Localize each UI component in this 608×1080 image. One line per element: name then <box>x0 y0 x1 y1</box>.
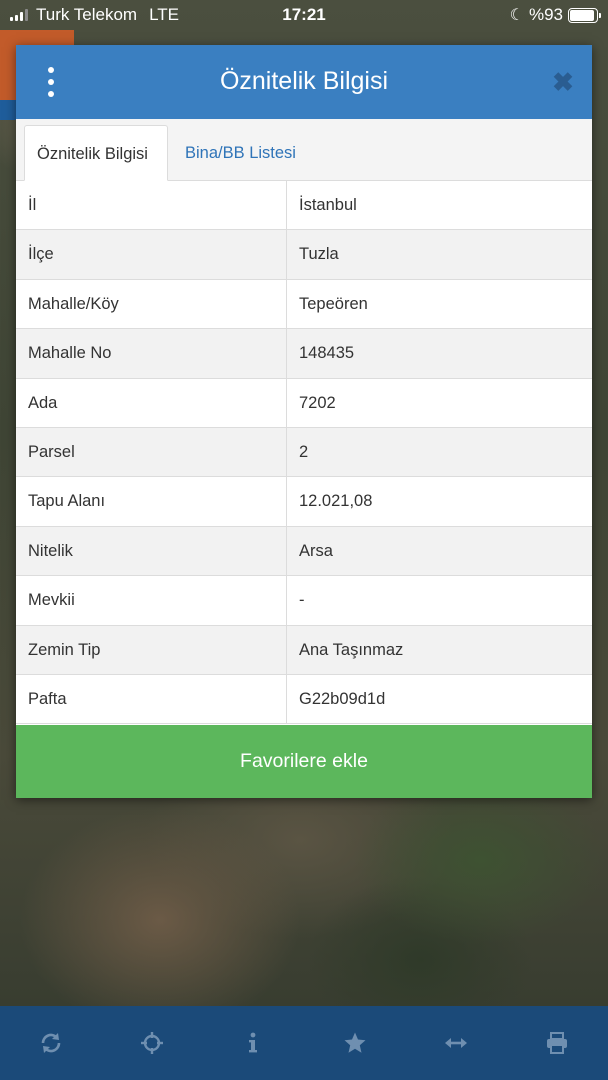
attribute-dialog: Öznitelik Bilgisi ✖ Öznitelik Bilgisi Bi… <box>16 45 592 798</box>
table-row: Mevkii - <box>16 576 592 626</box>
status-bar: Turk Telekom LTE 17:21 ☾ %93 <box>0 0 608 30</box>
table-row: Mahalle/Köy Tepeören <box>16 279 592 330</box>
tab-bar: Öznitelik Bilgisi Bina/BB Listesi <box>16 119 592 181</box>
table-row: Nitelik Arsa <box>16 526 592 577</box>
row-key: Tapu Alanı <box>16 477 287 526</box>
attribute-table: İl İstanbul İlçe Tuzla Mahalle/Köy Tepeö… <box>16 181 592 725</box>
row-key: Ada <box>16 378 287 427</box>
measure-icon[interactable] <box>436 1023 476 1063</box>
row-value: Arsa <box>299 541 333 560</box>
row-key: Mahalle No <box>16 329 287 378</box>
row-key: Parsel <box>16 427 287 477</box>
table-row: Ada 7202 <box>16 378 592 428</box>
tab-building-list[interactable]: Bina/BB Listesi <box>173 125 308 181</box>
table-row: İlçe Tuzla <box>16 230 592 280</box>
table-row: Zemin Tip Ana Taşınmaz <box>16 625 592 675</box>
table-row: İl İstanbul <box>16 181 592 231</box>
bottom-toolbar <box>0 1006 608 1080</box>
moon-icon: ☾ <box>509 7 524 24</box>
print-icon[interactable] <box>537 1023 577 1063</box>
row-key: İlçe <box>16 230 287 279</box>
row-value: İstanbul <box>299 196 357 214</box>
star-icon[interactable] <box>335 1023 375 1063</box>
table-row: Parsel 2 <box>16 427 592 478</box>
add-to-favorites-button[interactable]: Favorilere ekle <box>16 725 592 798</box>
row-key: Mevkii <box>16 576 287 625</box>
info-icon[interactable] <box>233 1023 273 1063</box>
row-value: 12.021,08 <box>299 492 373 511</box>
refresh-icon[interactable] <box>31 1023 71 1063</box>
row-key: Pafta <box>16 674 287 724</box>
table-row: Tapu Alanı 12.021,08 <box>16 477 592 527</box>
row-value: Ana Taşınmaz <box>299 640 404 659</box>
table-row: Pafta G22b09d1d <box>16 674 592 725</box>
close-icon[interactable]: ✖ <box>550 69 576 95</box>
row-key: Mahalle/Köy <box>16 279 287 329</box>
row-value: - <box>299 591 305 610</box>
dialog-title: Öznitelik Bilgisi <box>219 67 389 95</box>
row-value: 148435 <box>299 344 355 363</box>
row-value: Tuzla <box>299 245 339 264</box>
row-key: Nitelik <box>16 526 287 576</box>
row-key: İl <box>16 181 287 230</box>
map-feature <box>0 100 16 120</box>
crosshair-icon[interactable] <box>132 1023 172 1063</box>
dialog-header: Öznitelik Bilgisi ✖ <box>16 45 592 119</box>
row-value: Tepeören <box>299 294 368 313</box>
battery-icon <box>568 7 601 23</box>
table-row: Mahalle No 148435 <box>16 329 592 379</box>
row-value: 7202 <box>299 393 336 412</box>
row-value: G22b09d1d <box>299 689 386 708</box>
battery-percent: %93 <box>528 5 563 24</box>
tab-attribute-info[interactable]: Öznitelik Bilgisi <box>24 125 168 181</box>
row-value: 2 <box>299 442 309 461</box>
row-key: Zemin Tip <box>16 625 287 674</box>
